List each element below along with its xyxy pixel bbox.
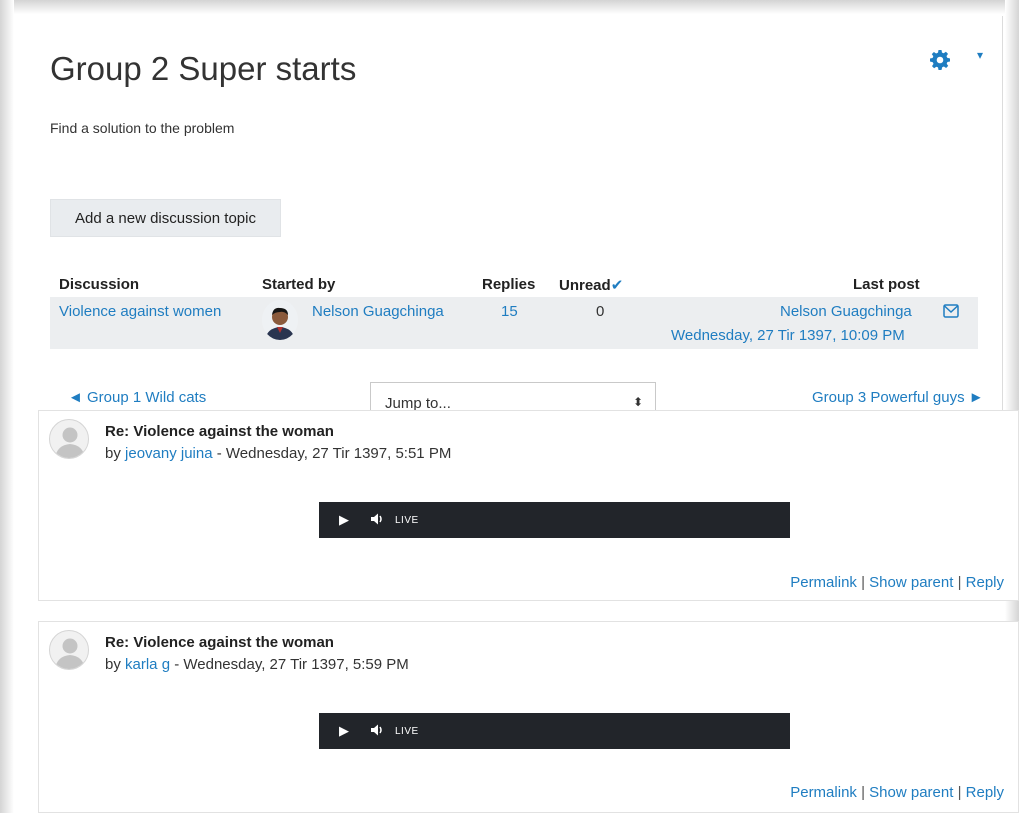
play-icon[interactable]: ▶ [339,512,349,528]
checkmark-icon[interactable]: ✔ [611,277,624,294]
add-discussion-button[interactable]: Add a new discussion topic [50,199,281,237]
column-header-last-post[interactable]: Last post [853,276,920,293]
unread-count: 0 [596,303,605,320]
forum-post: Re: Violence against the woman by karla … [38,621,1019,813]
show-parent-link[interactable]: Show parent [869,574,953,591]
post-subject: Re: Violence against the woman [105,634,334,651]
permalink-link[interactable]: Permalink [790,784,857,801]
forum-panel: Group 2 Super starts ▾ Find a solution t… [22,16,1003,416]
separator: | [861,574,865,591]
reply-link[interactable]: Reply [966,574,1004,591]
page-title: Group 2 Super starts [50,50,357,87]
post-byline: by karla g - Wednesday, 27 Tir 1397, 5:5… [105,656,409,673]
separator: | [957,574,962,591]
audio-player: ▶ LIVE [319,502,790,538]
discussion-link[interactable]: Violence against women [59,303,221,320]
avatar[interactable] [262,300,298,340]
prev-forum-link[interactable]: ◄ Group 1 Wild cats [68,389,206,406]
next-forum-link[interactable]: Group 3 Powerful guys ► [812,389,984,406]
envelope-icon[interactable] [943,304,959,323]
live-label: LIVE [395,725,419,737]
chevron-down-icon[interactable]: ▾ [977,48,983,62]
gear-icon[interactable] [930,50,950,75]
avatar[interactable] [49,419,89,459]
column-header-discussion[interactable]: Discussion [59,276,139,293]
separator: | [861,784,865,801]
post-author-link[interactable]: jeovany juina [125,445,213,462]
permalink-link[interactable]: Permalink [790,574,857,591]
column-header-replies[interactable]: Replies [482,276,535,293]
post-actions: Permalink | Show parent | Reply [790,574,1004,591]
replies-link[interactable]: 15 [501,303,518,320]
volume-icon[interactable] [371,723,385,739]
column-header-unread-label: Unread [559,277,611,294]
column-header-unread[interactable]: Unread✔ [559,276,623,294]
forum-post: Re: Violence against the woman by jeovan… [38,410,1019,601]
sort-arrows-icon: ⬍ [632,395,643,409]
post-date: - Wednesday, 27 Tir 1397, 5:59 PM [170,656,409,673]
show-parent-link[interactable]: Show parent [869,784,953,801]
post-subject: Re: Violence against the woman [105,423,334,440]
separator: | [957,784,962,801]
reply-link[interactable]: Reply [966,784,1004,801]
post-author-link[interactable]: karla g [125,656,170,673]
live-label: LIVE [395,514,419,526]
started-by-link[interactable]: Nelson Guagchinga [312,303,444,320]
audio-player: ▶ LIVE [319,713,790,749]
post-date: - Wednesday, 27 Tir 1397, 5:51 PM [212,445,452,462]
avatar[interactable] [49,630,89,670]
last-post-author-link[interactable]: Nelson Guagchinga [780,303,912,320]
window-shadow-left [0,0,14,813]
byline-prefix: by [105,656,126,673]
post-byline: by jeovany juina - Wednesday, 27 Tir 139… [105,445,451,462]
last-post-date-link[interactable]: Wednesday, 27 Tir 1397, 10:09 PM [671,327,905,344]
column-header-started-by[interactable]: Started by [262,276,335,293]
window-shadow-top [0,0,1019,14]
byline-prefix: by [105,445,126,462]
volume-icon[interactable] [371,512,385,528]
post-actions: Permalink | Show parent | Reply [790,784,1004,801]
forum-intro: Find a solution to the problem [50,120,235,136]
play-icon[interactable]: ▶ [339,723,349,739]
